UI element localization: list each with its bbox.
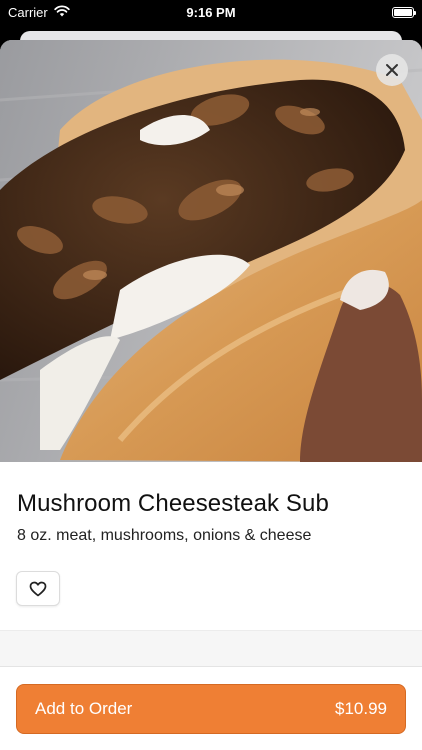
section-divider <box>0 630 422 667</box>
add-to-order-label: Add to Order <box>35 699 133 718</box>
wifi-icon <box>54 4 70 20</box>
item-photo <box>0 40 422 462</box>
status-bar: Carrier 9:16 PM <box>0 0 422 24</box>
heart-outline-icon <box>29 581 47 596</box>
close-button[interactable] <box>376 54 408 86</box>
carrier-label: Carrier <box>8 4 48 20</box>
price-label: $10.99 <box>335 699 387 718</box>
item-description: 8 oz. meat, mushrooms, onions & cheese <box>17 527 312 544</box>
favorite-button[interactable] <box>16 571 60 606</box>
close-icon <box>386 64 398 76</box>
battery-icon <box>392 6 416 18</box>
item-detail-sheet: Mushroom Cheesesteak Sub 8 oz. meat, mus… <box>0 40 422 750</box>
item-title: Mushroom Cheesesteak Sub <box>17 490 329 517</box>
status-left: Carrier <box>8 5 70 20</box>
add-to-order-button[interactable]: Add to Order $10.99 <box>16 684 406 734</box>
